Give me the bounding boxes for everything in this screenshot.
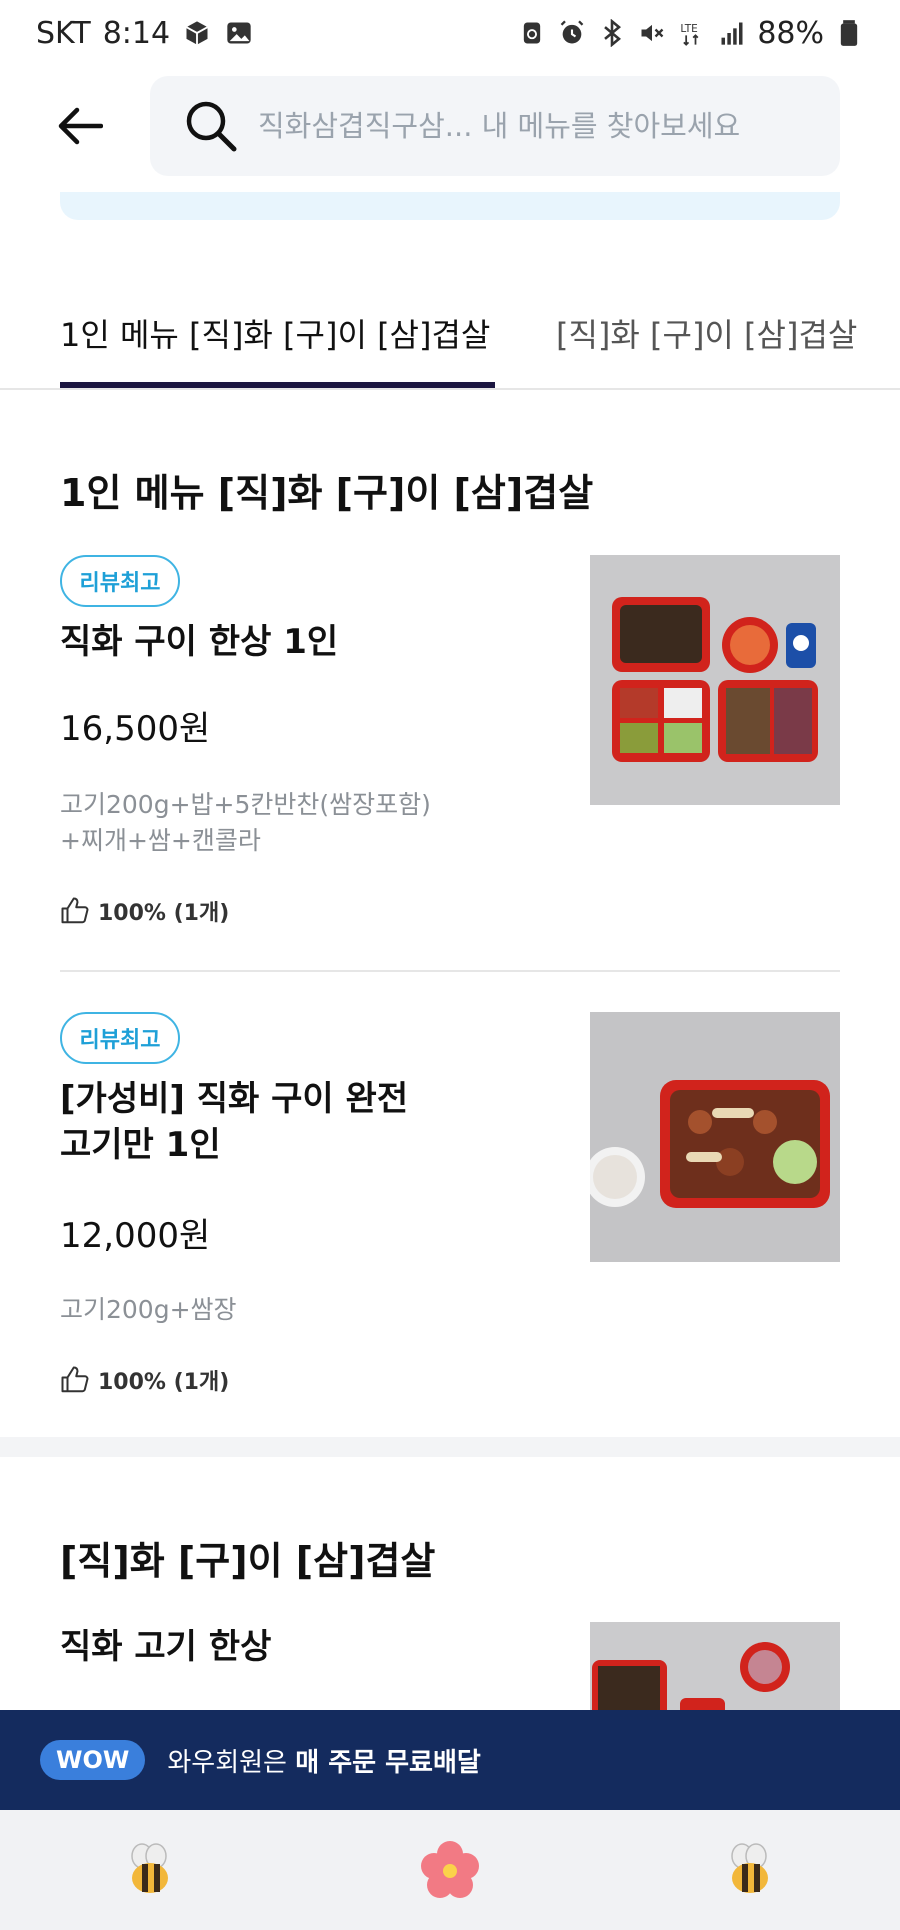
item-photo — [590, 1622, 840, 1710]
signal-icon — [717, 18, 747, 48]
cube-icon — [182, 18, 212, 48]
nav-bee-left[interactable] — [110, 1830, 190, 1910]
svg-text:LTE: LTE — [681, 23, 698, 35]
item-rating: 100% (1개) — [60, 895, 229, 927]
nav-bee-right[interactable] — [710, 1830, 790, 1910]
meat-box-photo — [590, 1012, 840, 1262]
menu-item[interactable]: 직화 고기 한상 — [60, 1618, 840, 1710]
menu-item[interactable]: 리뷰최고 [가성비] 직화 구이 완전 고기만 1인 12,000원 고기200… — [60, 1012, 840, 1402]
item-photo — [590, 555, 840, 805]
rating-text: 100% (1개) — [98, 1370, 230, 1395]
wow-text-highlight: 매 주문 무료배달 — [295, 1747, 481, 1778]
wow-banner-text: 와우회원은 매 주문 무료배달 — [167, 1742, 480, 1779]
bottom-nav — [0, 1810, 900, 1930]
gallery-icon — [224, 18, 254, 48]
mute-icon — [637, 18, 667, 48]
search-input[interactable] — [258, 109, 778, 143]
item-name: 직화 구이 한상 1인 — [60, 622, 339, 662]
wow-badge: WOW — [40, 1740, 146, 1780]
status-bar: SKT 8:14 LTE 88% — [0, 0, 900, 66]
bluetooth-icon — [597, 18, 627, 48]
wow-membership-banner[interactable]: WOW 와우회원은 매 주문 무료배달 — [0, 1710, 900, 1810]
alarm-icon — [557, 18, 587, 48]
meal-set-photo — [590, 1622, 840, 1710]
search-icon — [186, 101, 237, 152]
arrow-left-icon — [58, 107, 103, 145]
review-best-badge: 리뷰최고 — [60, 555, 180, 607]
item-name: 직화 고기 한상 — [60, 1627, 272, 1667]
flower-icon — [421, 1841, 479, 1898]
item-photo — [590, 1012, 840, 1262]
tab-grill-pork[interactable]: [직]화 [구]이 [삼]겹살 — [556, 310, 857, 356]
status-left: SKT 8:14 — [36, 16, 254, 51]
battery-percent: 88% — [757, 15, 824, 51]
section-separator — [0, 1437, 900, 1457]
item-name-line: 고기만 1인 — [60, 1125, 221, 1165]
item-name: [가성비] 직화 구이 완전 고기만 1인 — [60, 1076, 500, 1168]
item-rating: 100% (1개) — [60, 1364, 229, 1396]
tab-solo-menu[interactable]: 1인 메뉴 [직]화 [구]이 [삼]겹살 — [60, 310, 495, 388]
menu-item[interactable]: 리뷰최고 직화 구이 한상 1인 16,500원 고기200g+밥+5칸반찬(쌈… — [60, 555, 840, 935]
thumbs-up-icon — [61, 1366, 89, 1393]
rating-text: 100% (1개) — [98, 901, 230, 926]
back-button[interactable] — [50, 98, 110, 154]
status-right: LTE 88% — [517, 16, 864, 51]
lte-icon: LTE — [677, 18, 707, 48]
item-description: 고기200g+밥+5칸반찬(쌈장포함) +찌개+쌈+캔콜라 — [60, 787, 500, 859]
item-price: 12,000원 — [60, 1216, 211, 1256]
item-divider — [60, 970, 840, 972]
menu-category-tabs: 1인 메뉴 [직]화 [구]이 [삼]겹살 [직]화 [구]이 [삼]겹살 — [0, 300, 900, 390]
bee-icon — [731, 1843, 768, 1893]
item-name-line: [가성비] 직화 구이 완전 — [60, 1079, 409, 1119]
recycle-icon — [517, 18, 547, 48]
thumbs-up-icon — [61, 897, 89, 924]
review-best-badge: 리뷰최고 — [60, 1012, 180, 1064]
bee-icon — [131, 1843, 168, 1893]
item-description-line: 고기200g+밥+5칸반찬(쌈장포함) — [60, 790, 431, 819]
nav-flower-home[interactable] — [410, 1830, 490, 1910]
section-title: 1인 메뉴 [직]화 [구]이 [삼]겹살 — [60, 471, 594, 515]
carrier-label: SKT — [36, 15, 91, 51]
top-bar — [0, 76, 900, 176]
item-description-line: 고기200g+쌈장 — [60, 1295, 237, 1324]
search-bar[interactable] — [150, 76, 840, 176]
promo-banner-strip[interactable] — [60, 192, 840, 220]
item-price: 16,500원 — [60, 709, 211, 749]
lunchbox-photo — [590, 555, 840, 805]
battery-icon — [834, 18, 864, 48]
wow-text-prefix: 와우회원은 — [167, 1747, 296, 1778]
item-description: 고기200g+쌈장 — [60, 1292, 500, 1328]
section-title: [직]화 [구]이 [삼]겹살 — [60, 1539, 436, 1583]
clock: 8:14 — [102, 15, 171, 51]
item-description-line: +찌개+쌈+캔콜라 — [60, 826, 261, 855]
